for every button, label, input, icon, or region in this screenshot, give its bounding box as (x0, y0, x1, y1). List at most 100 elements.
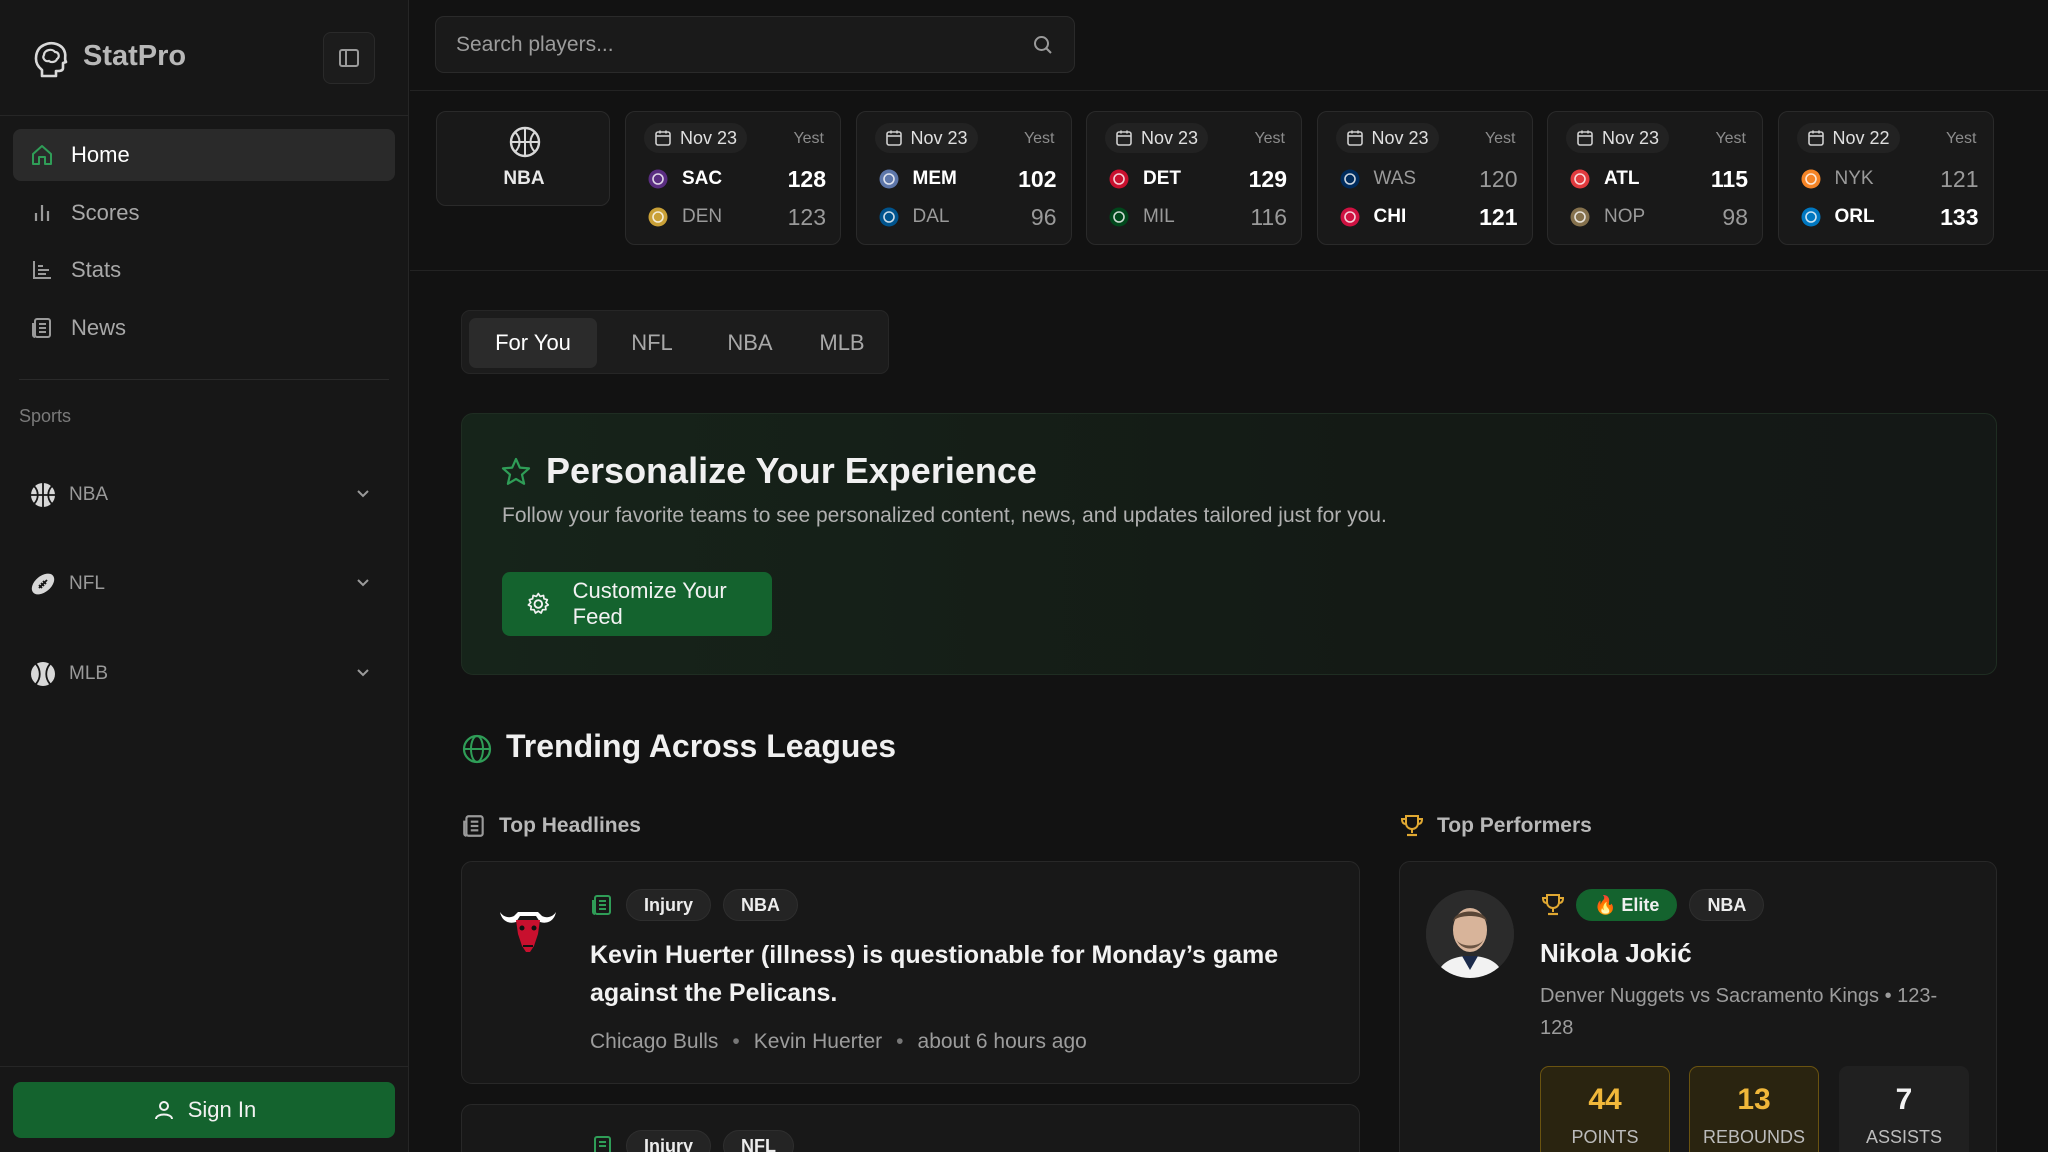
tag-injury[interactable]: Injury (626, 1130, 712, 1152)
basketball-icon (509, 126, 541, 158)
scores-strip: NBA Nov 23 Yest SAC 128 DEN 123 Nov 23 Yest MEM 1… (410, 91, 2048, 271)
baseball-icon (31, 662, 55, 686)
game-when: Yest (1945, 130, 1977, 147)
team-logo-icon (1107, 205, 1131, 229)
home-icon (29, 142, 55, 168)
game-card[interactable]: Nov 23 Yest ATL 115 NOP 98 (1547, 111, 1763, 245)
team-abbr: DET (1143, 168, 1181, 189)
sidebar-sport-nba[interactable]: NBA (13, 467, 395, 523)
tab-nba[interactable]: NBA (705, 318, 795, 368)
team-score: 129 (1248, 165, 1287, 192)
tab-mlb[interactable]: MLB (799, 318, 885, 368)
performer-description: Denver Nuggets vs Sacramento Kings • 123… (1540, 985, 1938, 1039)
team-logo-icon (646, 205, 670, 229)
game-card[interactable]: Nov 23 Yest MEM 102 DAL 96 (855, 111, 1072, 245)
team-abbr: MIL (1143, 206, 1175, 227)
nav-item-scores[interactable]: Scores (13, 187, 395, 239)
headline-card[interactable]: Injury NBA Kevin Huerter (illness) is qu… (461, 861, 1360, 1084)
team-abbr: CHI (1373, 206, 1407, 227)
sidebar: StatPro Home Scores Stats News Sports NB… (0, 0, 409, 1152)
team-logo-icon (1338, 205, 1362, 229)
headline-player: Kevin Huerter (753, 1030, 883, 1053)
sport-label: NBA (69, 484, 109, 505)
main-nav: Home Scores Stats News (13, 129, 395, 359)
stat-value: 44 (1588, 1083, 1622, 1116)
calendar-icon (1346, 130, 1363, 146)
app-name: StatPro (83, 40, 187, 72)
personalize-subtitle: Follow your favorite teams to see person… (502, 504, 1387, 527)
trending-title: Trending Across Leagues (506, 728, 897, 764)
sidebar-toggle-button[interactable] (323, 32, 375, 84)
tag-league[interactable]: NBA (1689, 889, 1765, 921)
team-score: 98 (1722, 203, 1748, 230)
top-performer-card[interactable]: 🔥 Elite NBA Nikola Jokić Denver Nuggets … (1399, 861, 1997, 1152)
tag-league[interactable]: NFL (723, 1130, 795, 1152)
sidebar-sport-nfl[interactable]: NFL (13, 556, 395, 612)
team-logo-icon (496, 1145, 560, 1152)
sign-in-button[interactable]: Sign In (13, 1082, 395, 1138)
team-row: CHI 121 (1338, 202, 1518, 232)
game-date: Nov 22 (1832, 127, 1890, 148)
game-when: Yest (1715, 130, 1746, 147)
nav-item-home[interactable]: Home (13, 129, 395, 181)
sign-in-label: Sign In (187, 1097, 257, 1122)
top-headlines-label: Top Headlines (499, 814, 641, 837)
calendar-icon (655, 130, 671, 146)
game-card[interactable]: Nov 22 Yest NYK 121 ORL 133 (1777, 111, 1994, 245)
team-abbr: ATL (1604, 168, 1640, 189)
team-abbr: NYK (1834, 168, 1874, 189)
search-input[interactable] (456, 17, 1016, 72)
performer-tags: 🔥 Elite NBA (1540, 888, 1776, 922)
customize-feed-label: Customize Your Feed (572, 578, 727, 629)
headline-meta: Chicago Bulls • Kevin Huerter • about 6 … (590, 1030, 1087, 1054)
game-when: Yest (1023, 130, 1055, 147)
brand-header: StatPro (0, 0, 408, 116)
elite-badge: 🔥 Elite (1576, 889, 1678, 921)
stat-value: 7 (1895, 1083, 1913, 1116)
team-score: 123 (787, 203, 826, 230)
league-label: NBA (503, 168, 545, 189)
nav-item-news[interactable]: News (13, 302, 395, 354)
game-date: Nov 23 (1371, 127, 1429, 148)
team-abbr: DAL (912, 206, 950, 227)
separator-dot: • (732, 1030, 740, 1053)
team-row: NYK 121 (1799, 164, 1979, 194)
newspaper-icon (463, 815, 484, 837)
headline-title[interactable]: Kevin Huerter (illness) is questionable … (590, 936, 1330, 1012)
game-card[interactable]: Nov 23 Yest SAC 128 DEN 123 (625, 111, 841, 245)
tag-league[interactable]: NBA (723, 889, 799, 921)
basketball-icon (31, 483, 55, 507)
team-score: 128 (787, 165, 826, 192)
search-icon[interactable] (1032, 34, 1054, 56)
team-logo-icon (1568, 167, 1592, 191)
team-logo-icon (877, 167, 901, 191)
tab-nfl[interactable]: NFL (607, 318, 697, 368)
team-row: DEN 123 (646, 202, 826, 232)
team-logo-icon (1799, 205, 1823, 229)
newspaper-icon (592, 895, 611, 915)
nav-label: Home (71, 142, 130, 167)
customize-feed-button[interactable]: Customize Your Feed (502, 572, 772, 636)
team-abbr: MEM (912, 168, 957, 189)
top-performers-heading: Top Performers (1399, 812, 1592, 840)
game-date-pill: Nov 23 (1335, 123, 1439, 153)
tag-injury[interactable]: Injury (626, 889, 712, 921)
game-when: Yest (1254, 130, 1285, 147)
personalize-title: Personalize Your Experience (546, 450, 1037, 491)
game-date: Nov 23 (1141, 127, 1199, 148)
league-selector-nba[interactable]: NBA (436, 111, 610, 206)
sidebar-sport-mlb[interactable]: MLB (13, 646, 395, 702)
team-row: NOP 98 (1568, 202, 1748, 232)
gear-icon (527, 592, 550, 614)
game-card[interactable]: Nov 23 Yest DET 129 MIL 116 (1086, 111, 1302, 245)
tab-for-you[interactable]: For You (469, 318, 597, 368)
team-score: 121 (1940, 165, 1979, 192)
top-headlines-heading: Top Headlines (461, 812, 641, 840)
performer-name[interactable]: Nikola Jokić (1540, 938, 1692, 969)
game-card[interactable]: Nov 23 Yest WAS 120 CHI 121 (1316, 111, 1533, 245)
team-row: DAL 96 (877, 202, 1057, 232)
stat-value: 13 (1737, 1083, 1771, 1116)
headline-card[interactable]: Injury NFL (461, 1104, 1360, 1152)
nav-item-stats[interactable]: Stats (13, 244, 395, 296)
sports-section-label: Sports (19, 406, 72, 426)
